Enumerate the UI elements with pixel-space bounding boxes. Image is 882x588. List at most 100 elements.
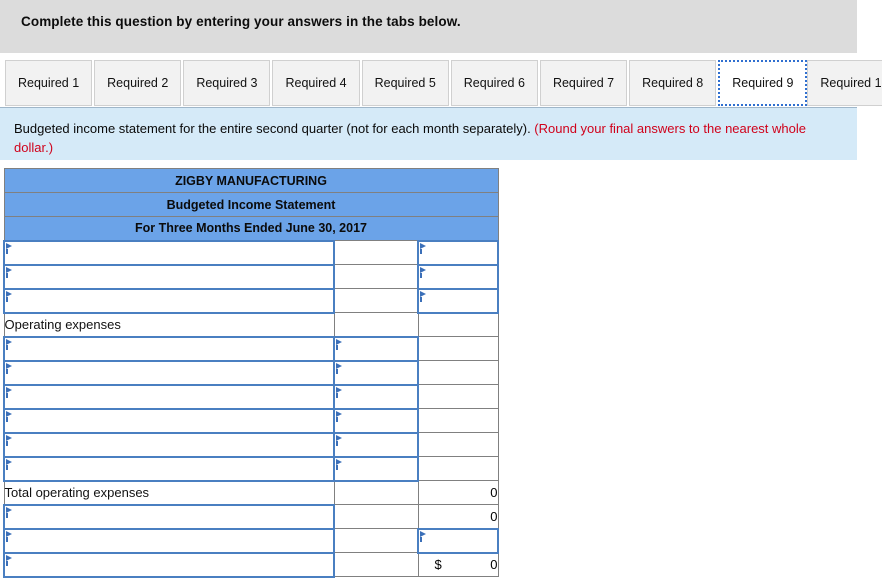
amount-input-col2[interactable]: [333, 335, 419, 362]
dropdown-marker-icon: [6, 362, 12, 374]
amount-input-col2[interactable]: [333, 383, 419, 410]
account-label-input[interactable]: [3, 431, 335, 458]
tab-required-5[interactable]: Required 5: [361, 60, 449, 106]
page-root: Complete this question by entering your …: [0, 0, 882, 588]
amount-input-col3[interactable]: [417, 287, 499, 314]
tab-required-6[interactable]: Required 6: [450, 60, 538, 106]
amount-input-col2[interactable]: [333, 431, 419, 458]
account-label-input[interactable]: [3, 455, 335, 482]
account-label-input[interactable]: [3, 527, 335, 554]
dropdown-marker-icon: [420, 530, 426, 542]
amount-cell-col3: $0: [417, 552, 499, 577]
account-label-input[interactable]: [3, 551, 335, 578]
tab-list: Required 1 Required 2 Required 3 Required 4…: [5, 60, 882, 106]
tab-required-1[interactable]: Required 1: [5, 60, 93, 106]
amount-cell-col3: [417, 432, 499, 457]
account-label-input[interactable]: [3, 263, 335, 290]
dropdown-marker-icon: [420, 266, 426, 278]
amount-cell-col3: [417, 456, 499, 481]
statement-period: For Three Months Ended June 30, 2017: [3, 216, 499, 241]
dropdown-marker-icon: [420, 242, 426, 254]
account-label-input[interactable]: [3, 287, 335, 314]
tab-required-7[interactable]: Required 7: [539, 60, 628, 106]
amount-cell-col2: [333, 312, 419, 337]
dropdown-marker-icon: [6, 434, 12, 446]
amount-input-col2[interactable]: [333, 455, 419, 482]
dropdown-marker-icon: [336, 338, 342, 350]
tab-label: Required 4: [285, 76, 347, 90]
amount-input-col3[interactable]: [417, 263, 499, 290]
amount-cell-col3: 0: [417, 480, 499, 505]
tab-label: Required 1: [18, 76, 80, 90]
amount-cell-col3: [417, 384, 499, 409]
statement-row: [3, 359, 499, 386]
statement-title-row-3: For Three Months Ended June 30, 2017: [3, 216, 499, 241]
amount-cell-col2: [333, 504, 419, 529]
dropdown-marker-icon: [6, 506, 12, 518]
statement-row: Total operating expenses 0: [3, 480, 499, 505]
statement-name: Budgeted Income Statement: [3, 192, 499, 217]
statement-row: 0: [3, 503, 499, 530]
account-label-input[interactable]: [3, 335, 335, 362]
account-label-input[interactable]: [3, 239, 335, 266]
amount-input-col3[interactable]: [417, 239, 499, 266]
amount-cell-col3: [417, 336, 499, 361]
statement-row: [3, 431, 499, 458]
instruction-text: Complete this question by entering your …: [21, 14, 461, 29]
statement-row: [3, 263, 499, 290]
account-label: Operating expenses: [3, 312, 335, 337]
tab-label: Required 7: [552, 76, 615, 90]
amount-cell-col2: [333, 240, 419, 265]
dropdown-marker-icon: [6, 290, 12, 302]
tab-required-4[interactable]: Required 4: [272, 60, 360, 106]
statement-row: [3, 239, 499, 266]
statement-row: [3, 287, 499, 314]
statement-row: [3, 455, 499, 482]
tab-required-3[interactable]: Required 3: [183, 60, 271, 106]
amount-value-col3: 0: [490, 557, 498, 573]
requirement-banner: Budgeted income statement for the entire…: [0, 108, 857, 160]
budgeted-income-statement-table: ZIGBY MANUFACTURING Budgeted Income Stat…: [3, 168, 499, 578]
tab-label: Required 9: [732, 76, 794, 90]
amount-cell-col2: [333, 528, 419, 553]
tab-required-10[interactable]: Required 10: [807, 60, 882, 106]
statement-row: $0: [3, 551, 499, 578]
tab-label: Required 8: [642, 76, 704, 90]
amount-cell-col3: [417, 408, 499, 433]
account-label-input[interactable]: [3, 359, 335, 386]
dropdown-marker-icon: [6, 266, 12, 278]
dropdown-marker-icon: [6, 554, 12, 566]
tab-label: Required 3: [196, 76, 258, 90]
account-label-input[interactable]: [3, 407, 335, 434]
account-label: Total operating expenses: [3, 480, 335, 505]
dropdown-marker-icon: [336, 434, 342, 446]
tab-required-2[interactable]: Required 2: [94, 60, 182, 106]
tab-strip: Required 1 Required 2 Required 3 Required 4…: [0, 60, 882, 108]
company-name: ZIGBY MANUFACTURING: [3, 168, 499, 193]
currency-symbol: $: [434, 557, 442, 573]
statement-row: [3, 527, 499, 554]
dropdown-marker-icon: [6, 386, 12, 398]
account-label-input[interactable]: [3, 503, 335, 530]
dropdown-marker-icon: [336, 410, 342, 422]
statement-title-row-2: Budgeted Income Statement: [3, 192, 499, 217]
amount-cell-col3: [417, 360, 499, 385]
amount-cell-col2: [333, 264, 419, 289]
amount-input-col3[interactable]: [417, 527, 499, 554]
dropdown-marker-icon: [6, 458, 12, 470]
tab-required-9[interactable]: Required 9: [718, 60, 808, 106]
amount-cell-col3: 0: [417, 504, 499, 529]
dropdown-marker-icon: [336, 458, 342, 470]
tab-label: Required 5: [374, 76, 436, 90]
dropdown-marker-icon: [336, 386, 342, 398]
requirement-text: Budgeted income statement for the entire…: [14, 119, 840, 157]
amount-input-col2[interactable]: [333, 359, 419, 386]
statement-row: [3, 335, 499, 362]
amount-input-col2[interactable]: [333, 407, 419, 434]
dropdown-marker-icon: [6, 530, 12, 542]
dropdown-marker-icon: [336, 362, 342, 374]
statement-row: [3, 407, 499, 434]
tab-required-8[interactable]: Required 8: [629, 60, 717, 106]
account-label-input[interactable]: [3, 383, 335, 410]
dropdown-marker-icon: [6, 338, 12, 350]
